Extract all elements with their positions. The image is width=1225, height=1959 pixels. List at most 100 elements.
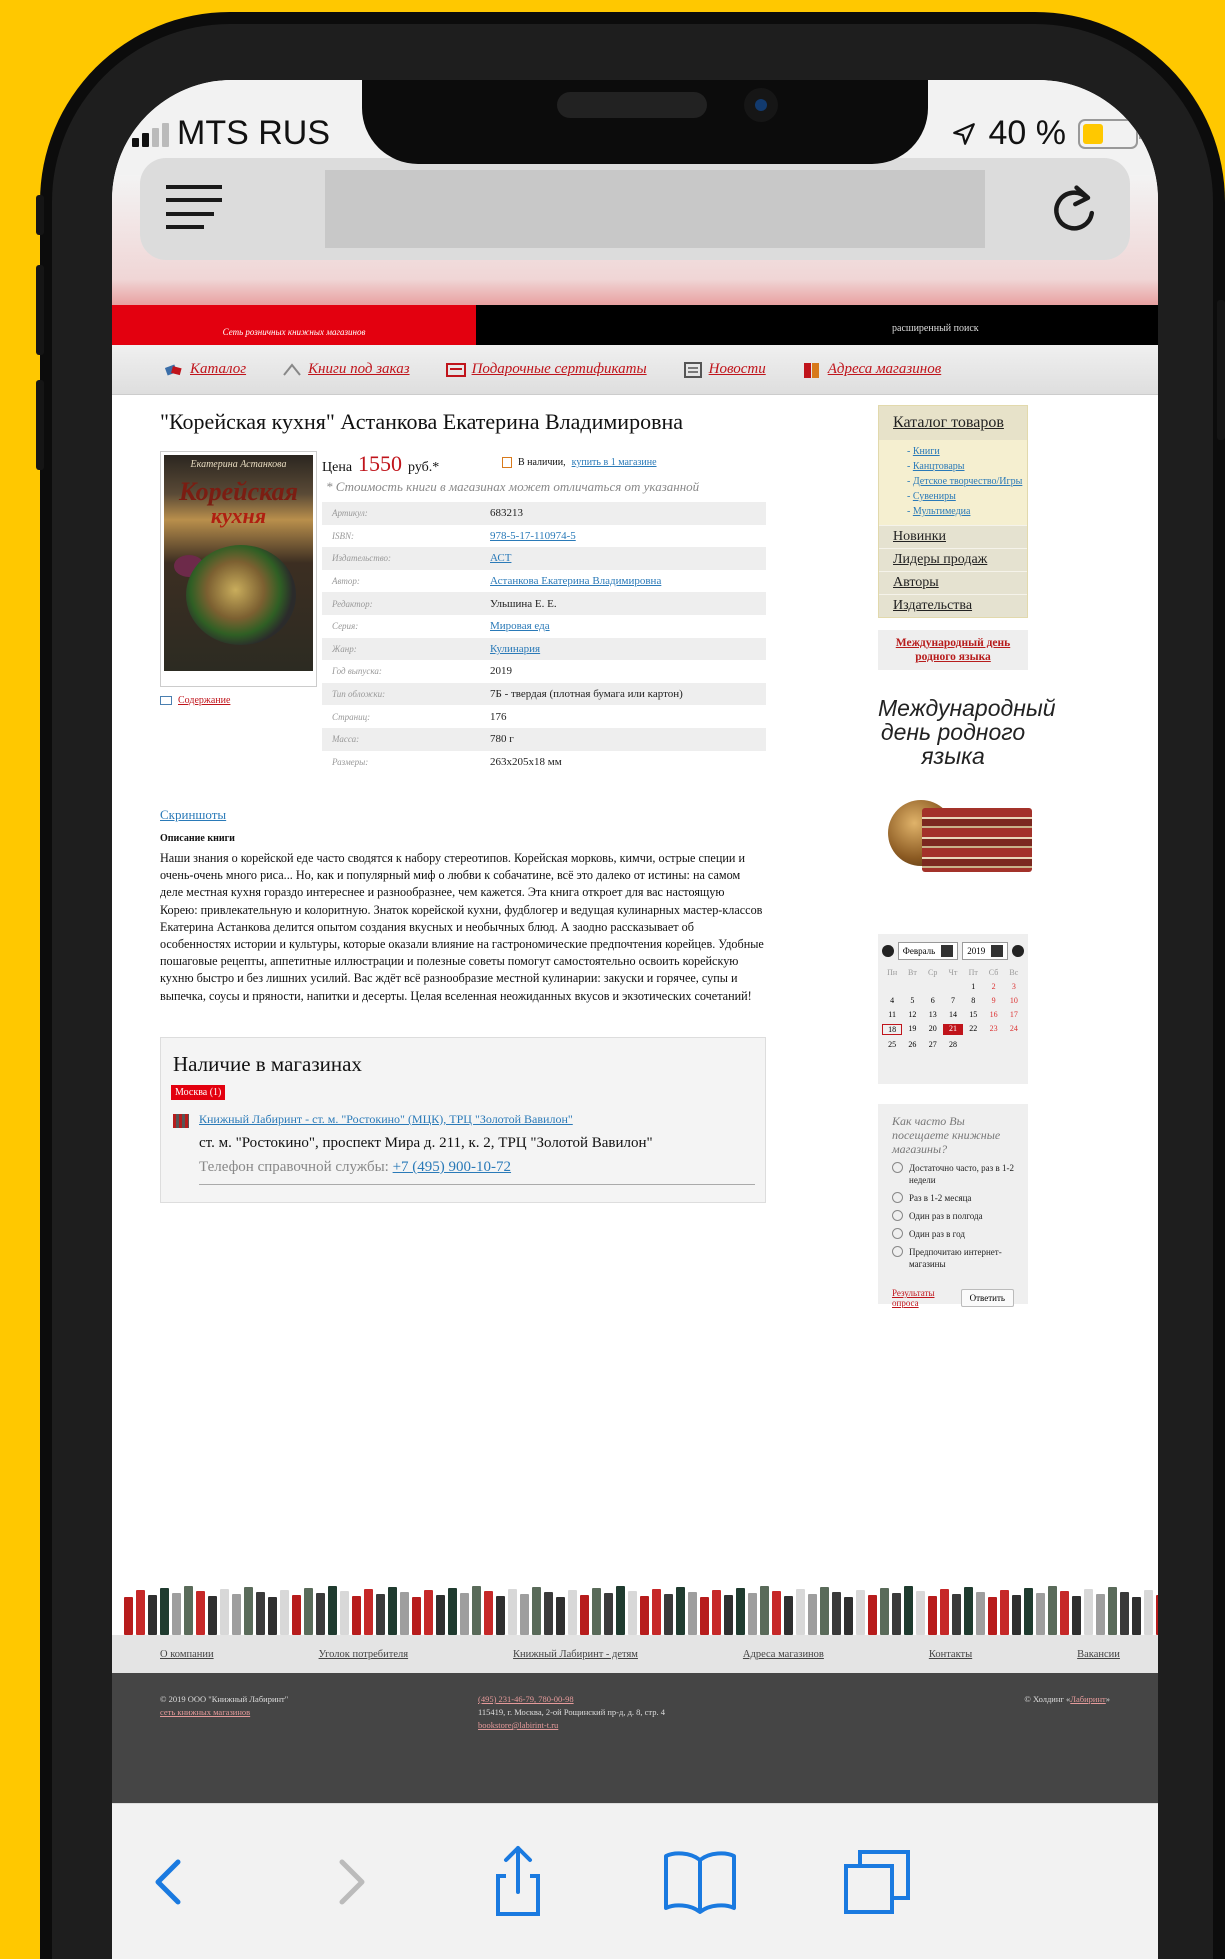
spec-link[interactable]: 978-5-17-110974-5 <box>490 530 576 542</box>
calendar-day[interactable]: 4 <box>882 996 902 1005</box>
poll-submit-button[interactable]: Ответить <box>960 1289 1014 1307</box>
address-bar[interactable] <box>140 158 1130 260</box>
nav-item-catalog[interactable]: Каталог <box>164 361 246 379</box>
bookmarks-icon[interactable] <box>660 1842 740 1922</box>
sidebar-link-new[interactable]: Новинки <box>879 525 1027 548</box>
nav-item-news[interactable]: Новости <box>683 361 766 379</box>
calendar-day[interactable]: 26 <box>902 1040 922 1049</box>
prev-month-icon[interactable] <box>882 945 894 957</box>
month-select[interactable]: Февраль <box>897 942 959 960</box>
calendar-day[interactable]: 18 <box>882 1024 903 1035</box>
page-title: "Корейская кухня" Астанкова Екатерина Вл… <box>160 409 683 434</box>
menu-icon[interactable] <box>166 185 222 229</box>
calendar-day[interactable]: 5 <box>902 996 922 1005</box>
calendar-day[interactable]: 16 <box>983 1010 1003 1019</box>
spec-label: Размеры: <box>332 756 369 767</box>
spec-value: 780 г <box>490 733 514 746</box>
calendar-day[interactable]: 17 <box>1004 1010 1024 1019</box>
calendar-day[interactable]: 6 <box>923 996 943 1005</box>
footer-email[interactable]: bookstore@labirint-t.ru <box>478 1720 558 1730</box>
footer-chain-link[interactable]: сеть книжных магазинов <box>160 1707 250 1717</box>
tabs-icon[interactable] <box>838 1842 918 1922</box>
poll-results-link[interactable]: Результаты опроса <box>892 1288 961 1308</box>
spec-link[interactable]: Мировая еда <box>490 620 550 632</box>
calendar-day[interactable]: 9 <box>983 996 1003 1005</box>
shelf-book <box>184 1586 193 1635</box>
nav-item-store-addresses[interactable]: Адреса магазинов <box>802 361 941 379</box>
footer-phones[interactable]: (495) 231-46-79, 780-00-98 <box>478 1694 574 1704</box>
poll-option[interactable]: Предпочитаю интернет-магазины <box>892 1246 1014 1270</box>
sidebar-link-publishers[interactable]: Издательства <box>879 594 1027 617</box>
holding-link[interactable]: Лабиринт <box>1070 1694 1105 1704</box>
poll-option[interactable]: Один раз в полгода <box>892 1210 1014 1222</box>
poll-option[interactable]: Достаточно часто, раз в 1-2 недели <box>892 1162 1014 1186</box>
footer-link-consumer[interactable]: Уголок потребителя <box>319 1649 409 1660</box>
calendar-day[interactable]: 22 <box>963 1024 983 1035</box>
calendar-day[interactable]: 20 <box>923 1024 943 1035</box>
promo-link[interactable]: Международный день родного языка <box>878 630 1028 670</box>
phone-label: Телефон справочной службы: <box>199 1159 389 1175</box>
buy-in-store-link[interactable]: купить в 1 магазине <box>572 457 657 468</box>
calendar-day[interactable]: 3 <box>1004 982 1024 991</box>
calendar-day[interactable]: 14 <box>943 1010 963 1019</box>
promo-banner[interactable]: Международный день родного языка <box>878 696 1056 886</box>
footer-link-kids[interactable]: Книжный Лабиринт - детям <box>513 1649 638 1660</box>
advanced-search-link[interactable]: расширенный поиск <box>892 323 979 334</box>
catalog-title[interactable]: Каталог товаров <box>879 406 1027 440</box>
radio-button[interactable] <box>892 1228 903 1239</box>
footer-link-contacts[interactable]: Контакты <box>929 1649 972 1660</box>
radio-button[interactable] <box>892 1210 903 1221</box>
sidebar-link-bestsellers[interactable]: Лидеры продаж <box>879 548 1027 571</box>
calendar-day[interactable]: 2 <box>983 982 1003 991</box>
nav-item-gift-certificates[interactable]: Подарочные сертификаты <box>445 361 647 379</box>
calendar-day[interactable]: 10 <box>1004 996 1024 1005</box>
calendar-day[interactable]: 12 <box>902 1010 922 1019</box>
calendar-day[interactable]: 25 <box>882 1040 902 1049</box>
book-cover[interactable]: Екатерина Астанкова Корейская кухня <box>160 451 317 687</box>
back-icon[interactable] <box>132 1842 212 1922</box>
calendar-day[interactable]: 7 <box>943 996 963 1005</box>
calendar-day[interactable]: 23 <box>983 1024 1003 1035</box>
calendar-day[interactable]: 11 <box>882 1010 902 1019</box>
phone-link[interactable]: +7 (495) 900-10-72 <box>393 1159 511 1175</box>
catalog-item[interactable]: - Канцтовары <box>907 461 1027 472</box>
shelf-book <box>256 1592 265 1635</box>
footer-link-vacancies[interactable]: Вакансии <box>1077 1649 1120 1660</box>
calendar-day[interactable]: 24 <box>1004 1024 1024 1035</box>
spec-link[interactable]: АСТ <box>490 552 511 564</box>
store-link[interactable]: Книжный Лабиринт - ст. м. "Ростокино" (М… <box>199 1112 573 1127</box>
share-icon[interactable] <box>478 1842 558 1922</box>
contents-link[interactable]: Содержание <box>160 695 230 706</box>
year-select[interactable]: 2019 <box>962 942 1009 960</box>
catalog-item[interactable]: - Книги <box>907 446 1027 457</box>
city-tab[interactable]: Москва (1) <box>171 1085 226 1100</box>
calendar-day[interactable]: 21 <box>942 1024 964 1035</box>
catalog-item[interactable]: - Мультимедиа <box>907 506 1027 517</box>
radio-button[interactable] <box>892 1246 903 1257</box>
calendar-day[interactable]: 28 <box>943 1040 963 1049</box>
footer-link-about[interactable]: О компании <box>160 1649 214 1660</box>
forward-icon[interactable] <box>308 1842 388 1922</box>
calendar-day[interactable]: 13 <box>923 1010 943 1019</box>
url-field[interactable] <box>325 170 985 248</box>
nav-item-order-books[interactable]: Книги под заказ <box>282 361 410 379</box>
sidebar-link-authors[interactable]: Авторы <box>879 571 1027 594</box>
catalog-item[interactable]: - Сувениры <box>907 491 1027 502</box>
poll-option[interactable]: Раз в 1-2 месяца <box>892 1192 1014 1204</box>
spec-link[interactable]: Астанкова Екатерина Владимировна <box>490 575 661 587</box>
calendar-day[interactable]: 15 <box>963 1010 983 1019</box>
calendar-day[interactable]: 27 <box>923 1040 943 1049</box>
radio-button[interactable] <box>892 1192 903 1203</box>
calendar-day[interactable]: 8 <box>963 996 983 1005</box>
spec-link[interactable]: Кулинария <box>490 643 540 655</box>
next-month-icon[interactable] <box>1012 945 1024 957</box>
radio-button[interactable] <box>892 1162 903 1173</box>
screenshots-link[interactable]: Скриншоты <box>160 807 226 823</box>
calendar-day[interactable]: 19 <box>902 1024 922 1035</box>
footer-link-addresses[interactable]: Адреса магазинов <box>743 1649 824 1660</box>
cover-image[interactable]: Екатерина Астанкова Корейская кухня <box>164 455 313 671</box>
calendar-day[interactable]: 1 <box>963 982 983 991</box>
reload-icon[interactable] <box>1048 180 1100 236</box>
poll-option[interactable]: Один раз в год <box>892 1228 1014 1240</box>
catalog-item[interactable]: - Детское творчество/Игры <box>907 476 1027 487</box>
